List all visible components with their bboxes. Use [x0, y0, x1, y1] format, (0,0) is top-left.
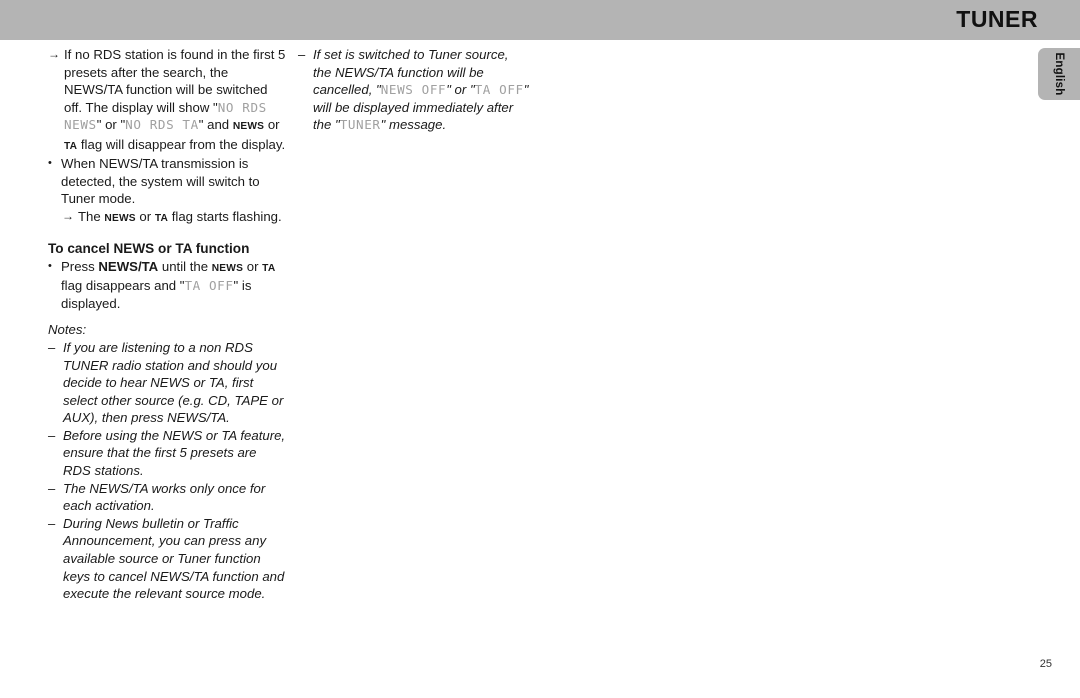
- dash-icon: –: [298, 47, 306, 62]
- dash-icon: –: [48, 427, 56, 443]
- text-run: or: [264, 117, 280, 133]
- note-item: – If set is switched to Tuner source, th…: [298, 46, 530, 134]
- news-flag: NEWS: [104, 212, 136, 224]
- list-item: • Press NEWS/TA until the NEWS or TA fla…: [48, 258, 286, 313]
- note-text: If you are listening to a non RDS TUNER …: [63, 339, 284, 426]
- left-text-column: → If no RDS station is found in the firs…: [48, 46, 286, 603]
- text-run: " message.: [380, 117, 447, 133]
- page-title: TUNER: [956, 6, 1038, 32]
- note-text: Before using the NEWS or TA feature, ens…: [63, 427, 286, 479]
- text-run: " and: [198, 117, 233, 133]
- list-item-text: The NEWS or TA flag starts flashing.: [78, 208, 286, 227]
- text-run: or: [243, 258, 263, 274]
- text-run: flag starts flashing.: [168, 208, 282, 224]
- lcd-display-text: TUNER: [339, 117, 381, 133]
- note-item: – The NEWS/TA works only once for each a…: [48, 480, 286, 515]
- lcd-display-text: NEWS OFF: [380, 82, 447, 98]
- note-item: – During News bulletin or Traffic Announ…: [48, 515, 286, 603]
- notes-label: Notes:: [48, 322, 87, 338]
- list-item: → The NEWS or TA flag starts flashing.: [62, 208, 286, 227]
- ta-flag: TA: [262, 262, 276, 274]
- dash-icon: –: [48, 515, 56, 531]
- news-flag: NEWS: [211, 262, 244, 274]
- arrow-icon: →: [62, 208, 74, 223]
- text-run: " or ": [96, 117, 126, 133]
- text-run: flag disappears and ": [61, 278, 185, 294]
- note-text: If set is switched to Tuner source, the …: [313, 46, 530, 134]
- dash-icon: –: [48, 480, 56, 496]
- lcd-display-text: TA OFF: [184, 278, 234, 294]
- list-item: → If no RDS station is found in the firs…: [48, 46, 286, 155]
- lcd-display-text: TA OFF: [474, 82, 524, 98]
- arrow-icon: →: [48, 47, 60, 61]
- text-run: Press: [61, 258, 99, 274]
- list-item-text: When NEWS/TA transmission is detected, t…: [61, 156, 260, 207]
- language-tab-label: English: [1053, 52, 1065, 96]
- bullet-icon: •: [48, 157, 52, 170]
- note-item: – Before using the NEWS or TA feature, e…: [48, 427, 286, 480]
- ta-flag: TA: [64, 140, 78, 152]
- bullet-icon: •: [48, 259, 52, 272]
- button-name-newsta: NEWS/TA: [98, 258, 159, 274]
- list-item-text: If no RDS station is found in the first …: [64, 46, 286, 155]
- right-text-column: – If set is switched to Tuner source, th…: [298, 46, 530, 134]
- list-item-text: Press NEWS/TA until the NEWS or TA flag …: [61, 258, 286, 313]
- dash-icon: –: [48, 339, 56, 355]
- text-run: flag will disappear from the display.: [77, 136, 286, 152]
- header-band: TUNER: [0, 0, 1080, 40]
- list-item: • When NEWS/TA transmission is detected,…: [48, 155, 286, 208]
- news-flag: NEWS: [232, 121, 265, 133]
- note-item: – If you are listening to a non RDS TUNE…: [48, 339, 286, 427]
- note-text: During News bulletin or Traffic Announce…: [63, 515, 285, 602]
- text-run: " or ": [446, 82, 475, 98]
- text-run: until the: [158, 258, 212, 274]
- ta-flag: TA: [154, 212, 169, 224]
- language-tab[interactable]: English: [1038, 48, 1080, 100]
- page-number: 25: [1039, 658, 1052, 670]
- text-run: or: [135, 208, 155, 224]
- section-heading: To cancel NEWS or TA function: [48, 241, 250, 257]
- lcd-display-text: NO RDS TA: [125, 117, 199, 133]
- note-text: The NEWS/TA works only once for each act…: [63, 480, 266, 514]
- text-run: The: [78, 208, 105, 224]
